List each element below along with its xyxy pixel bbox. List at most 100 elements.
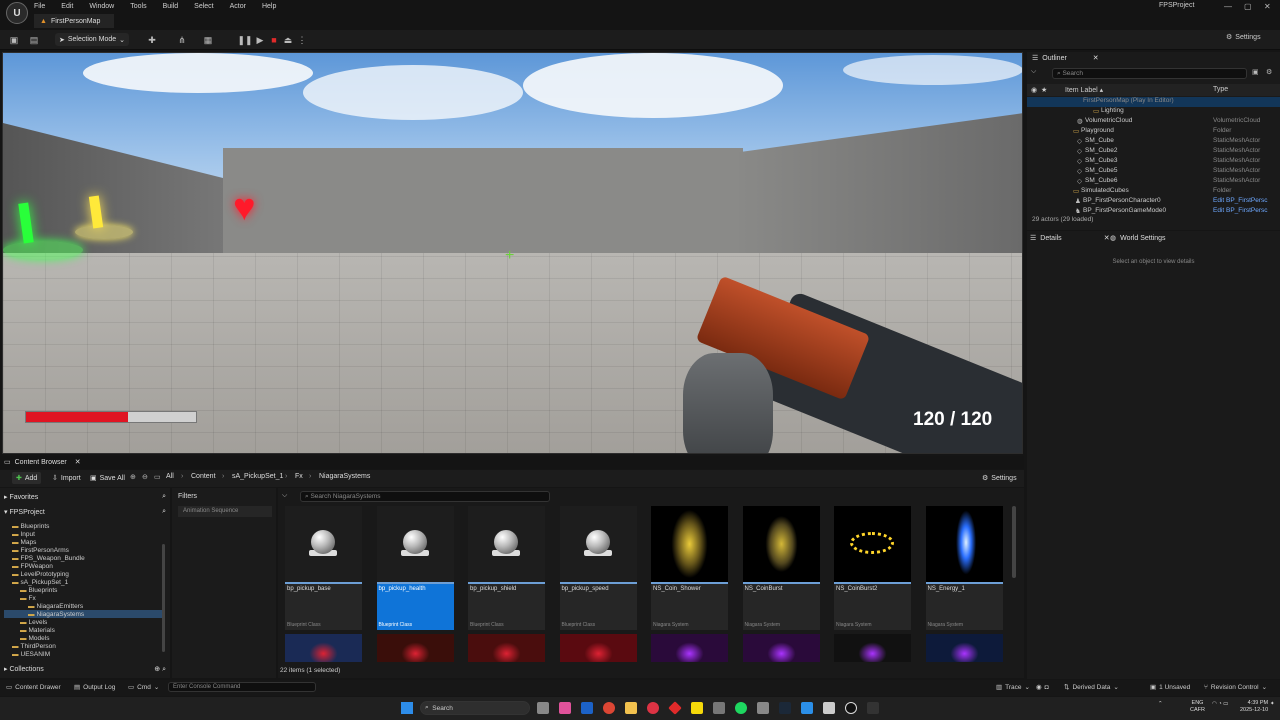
type-header[interactable]: Type [1213,86,1228,93]
asset-tile[interactable]: NS_CoinBurst2 Niagara System [834,506,911,630]
folder-tree-item[interactable]: ▬ ThirdPerson [4,642,164,650]
derived-data-dropdown[interactable]: ⇅ Derived Data ⌄ [1064,683,1119,692]
maximize-button[interactable]: ▢ [1244,2,1252,11]
asset-tile[interactable]: bp_pickup_speed Blueprint Class [559,506,637,630]
content-icon[interactable]: ▤ [28,34,40,46]
add-actor-icon[interactable]: ✚ [146,34,158,46]
folder-tree-item[interactable]: ▬ UESANIM [4,650,164,658]
console-command-input[interactable]: Enter Console Command [168,682,316,692]
app-icon[interactable] [647,702,659,714]
folder-tree-item[interactable]: ▬ Levels [4,618,164,626]
more-options-icon[interactable]: ⋮ [296,34,308,46]
outliner-row[interactable]: ◇ SM_Cube6 StaticMeshActor [1027,177,1280,187]
outliner-item-type[interactable]: Edit BP_FirstPersc [1213,197,1268,204]
app-icon[interactable] [823,702,835,714]
asset-tile[interactable]: bp_pickup_health Blueprint Class [376,506,454,630]
filter-icon[interactable]: ⌵ [1031,68,1036,76]
outliner-tab[interactable]: ☰ Outliner ✕ [1032,54,1099,63]
folder-tree-item[interactable]: ▬ LevelPrototyping [4,570,164,578]
folder-tree-item[interactable]: ▬ Blueprints [4,522,164,530]
pause-icon[interactable]: ❚❚ [237,34,252,46]
app-icon[interactable] [867,702,879,714]
asset-tile[interactable] [742,634,820,662]
revision-control-dropdown[interactable]: ⑂ Revision Control ⌄ [1204,683,1267,692]
cinematics-icon[interactable]: ▦ [202,34,214,46]
selection-mode-dropdown[interactable]: ➤ Selection Mode ⌄ [55,33,129,46]
save-icon[interactable]: ▣ [1252,68,1259,76]
folder-tree-item[interactable]: ▬ FPS_Weapon_Bundle [4,554,164,562]
settings-icon[interactable]: ⚙ [1266,68,1272,76]
chrome-icon[interactable] [603,702,615,714]
menu-actor[interactable]: Actor [230,3,246,10]
add-button[interactable]: ✚ Add [12,472,42,484]
settings-button[interactable]: ⚙ Settings [1226,33,1261,42]
clock[interactable]: 4:39 PM 2025-12-10 [1240,700,1268,714]
vscode-icon[interactable] [801,702,813,714]
folder-tree-item[interactable]: ▬ NiagaraEmitters [4,602,164,610]
asset-tile[interactable]: NS_CoinBurst Niagara System [742,506,820,630]
cmd-dropdown[interactable]: ▭ Cmd ⌄ [128,683,159,692]
asset-tile[interactable] [651,634,728,662]
search-icon[interactable]: ⌕ [162,508,166,516]
eject-icon[interactable]: ⏏ [282,34,294,46]
folder-icon[interactable]: ▭ [154,473,161,481]
asset-search-input[interactable]: ⌕ Search NiagaraSystems [300,491,550,502]
unreal-taskbar-icon[interactable] [845,702,857,714]
asset-tile[interactable]: bp_pickup_base Blueprint Class [285,506,362,630]
asset-tile[interactable]: NS_Energy_1 Niagara System [925,506,1003,630]
file-explorer-icon[interactable] [625,702,637,714]
pen-app-icon[interactable] [581,702,593,714]
asset-tile[interactable] [834,634,911,662]
folder-tree-item[interactable]: ▬ Blueprints [4,586,164,594]
collections-section[interactable]: ▸ Collections ⊕ ⌕ [4,664,166,674]
folder-tree-item[interactable]: ▬ Materials [4,626,164,634]
skip-frame-icon[interactable]: ▶ [254,34,266,46]
filter-icon[interactable]: ⌵ [282,492,287,500]
outliner-row[interactable]: ▭ SimulatedCubes Folder [1027,187,1280,197]
folder-tree-item[interactable]: ▬ sA_PickupSet_1 [4,578,164,586]
unsaved-button[interactable]: ▣ 1 Unsaved [1150,683,1190,692]
breadcrumb-content[interactable]: Content [191,473,216,480]
breadcrumb-pickupset[interactable]: sA_PickupSet_1 [232,473,283,480]
trace-dropdown[interactable]: ▥ Trace ⌄ [996,683,1030,692]
tree-scrollbar[interactable] [162,544,165,652]
visibility-icon[interactable]: ◉ [1031,86,1037,94]
folder-tree-item[interactable]: ▬ Maps [4,538,164,546]
outliner-search-input[interactable]: ⌕ Search [1052,68,1247,79]
asset-tile[interactable] [559,634,637,662]
close-tab-icon[interactable]: ✕ [75,458,81,466]
close-button[interactable]: ✕ [1264,2,1271,11]
windows-start-icon[interactable] [401,702,413,714]
outliner-row[interactable]: ▭ Playground Folder [1027,127,1280,137]
status-icons[interactable]: ◉ ◘ [1036,683,1049,692]
minimize-button[interactable]: — [1224,2,1232,11]
menu-file[interactable]: File [34,3,45,10]
outliner-row[interactable]: ◇ SM_Cube StaticMeshActor [1027,137,1280,147]
folder-tree-item[interactable]: ▬ Fx [4,594,164,602]
favorites-section[interactable]: ▸ Favorites ⌕ [4,492,166,502]
blueprint-icon[interactable]: ⋔ [176,34,188,46]
level-viewport[interactable]: ♥ + 120 / 120 [2,52,1023,454]
history-forward-icon[interactable]: ⊖ [142,473,148,481]
asset-tile[interactable]: bp_pickup_shield Blueprint Class [468,506,545,630]
outliner-item-type[interactable]: Edit BP_FirstPersc [1213,207,1268,214]
output-log-button[interactable]: ▤ Output Log [74,683,115,692]
outliner-row[interactable]: FirstPersonMap (Play In Editor) [1027,97,1280,107]
menu-select[interactable]: Select [194,3,213,10]
folder-tree-item[interactable]: ▬ Models [4,634,164,642]
world-settings-tab[interactable]: ◍ World Settings [1110,234,1166,243]
stop-icon[interactable]: ■ [268,34,280,46]
breadcrumb-all[interactable]: All [166,473,174,480]
breadcrumb-niagarasystems[interactable]: NiagaraSystems [319,473,370,480]
save-icon[interactable]: ▣ [8,34,20,46]
details-tab[interactable]: ☰ Details ✕ [1030,234,1110,243]
outliner-row[interactable]: ♟ BP_FirstPersonCharacter0 Edit BP_FirstPe… [1027,197,1280,207]
outliner-row[interactable]: ◇ SM_Cube3 StaticMeshActor [1027,157,1280,167]
content-drawer-button[interactable]: ▭ Content Drawer [6,683,61,692]
asset-tile[interactable] [376,634,454,662]
outliner-row[interactable]: ▭ Lighting [1027,107,1280,117]
menu-help[interactable]: Help [262,3,276,10]
content-browser-tab[interactable]: ▭ Content Browser ✕ [4,458,81,467]
keyboard-language[interactable]: ENG CAFR [1190,700,1205,714]
asset-tile[interactable] [285,634,362,662]
